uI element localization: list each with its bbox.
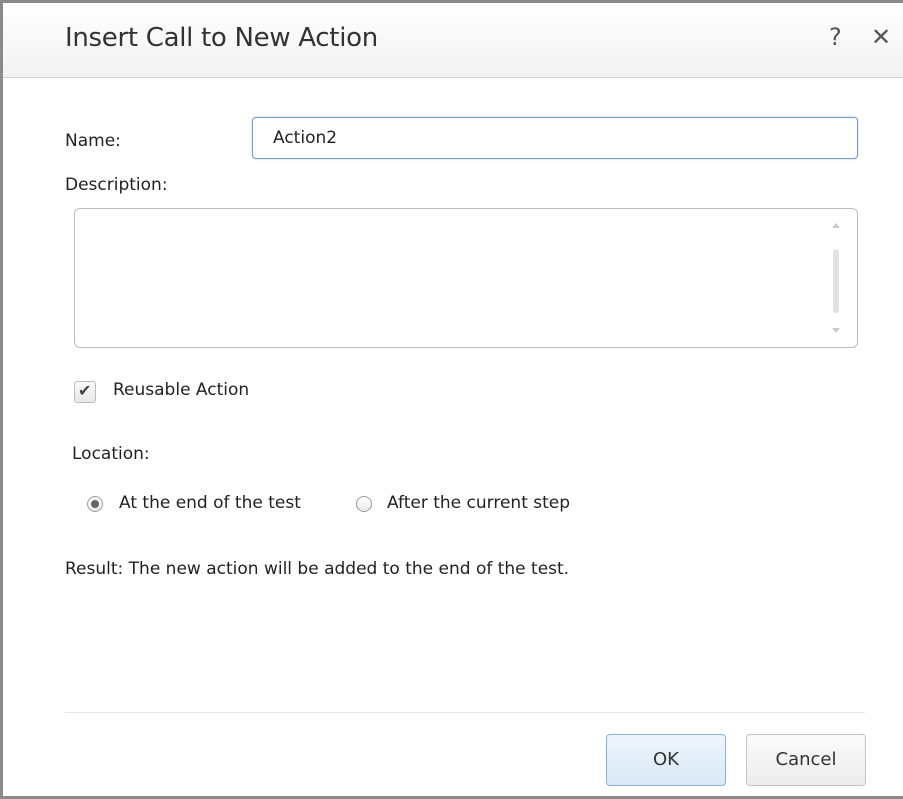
reusable-action-label[interactable]: Reusable Action <box>113 380 249 400</box>
ok-button[interactable]: OK <box>606 734 726 786</box>
cancel-button[interactable]: Cancel <box>746 734 866 786</box>
dialog-title: Insert Call to New Action <box>65 23 378 53</box>
radio-selected-dot <box>91 500 99 508</box>
location-end-of-test-radio[interactable] <box>87 496 103 512</box>
scroll-down-arrow-icon[interactable] <box>832 328 840 333</box>
scroll-up-arrow-icon[interactable] <box>832 223 840 228</box>
description-textarea[interactable] <box>74 208 858 348</box>
location-after-current-step-radio[interactable] <box>356 496 372 512</box>
reusable-action-checkbox[interactable]: ✔ <box>74 381 96 403</box>
dialog-titlebar: Insert Call to New Action ? ✕ <box>3 3 903 78</box>
name-input[interactable] <box>252 117 858 159</box>
checkmark-icon: ✔ <box>78 381 92 400</box>
name-label: Name: <box>65 131 121 151</box>
scroll-thumb[interactable] <box>833 249 839 313</box>
insert-call-dialog: Insert Call to New Action ? ✕ Name: Desc… <box>0 0 903 799</box>
description-label: Description: <box>65 175 168 195</box>
description-scrollbar[interactable] <box>829 219 843 337</box>
location-after-current-step-label[interactable]: After the current step <box>387 493 570 513</box>
result-text: Result: The new action will be added to … <box>65 559 570 579</box>
help-icon[interactable]: ? <box>829 25 842 49</box>
location-label: Location: <box>72 444 150 464</box>
footer-divider <box>65 712 865 713</box>
location-end-of-test-label[interactable]: At the end of the test <box>119 493 301 513</box>
close-icon[interactable]: ✕ <box>871 25 891 49</box>
